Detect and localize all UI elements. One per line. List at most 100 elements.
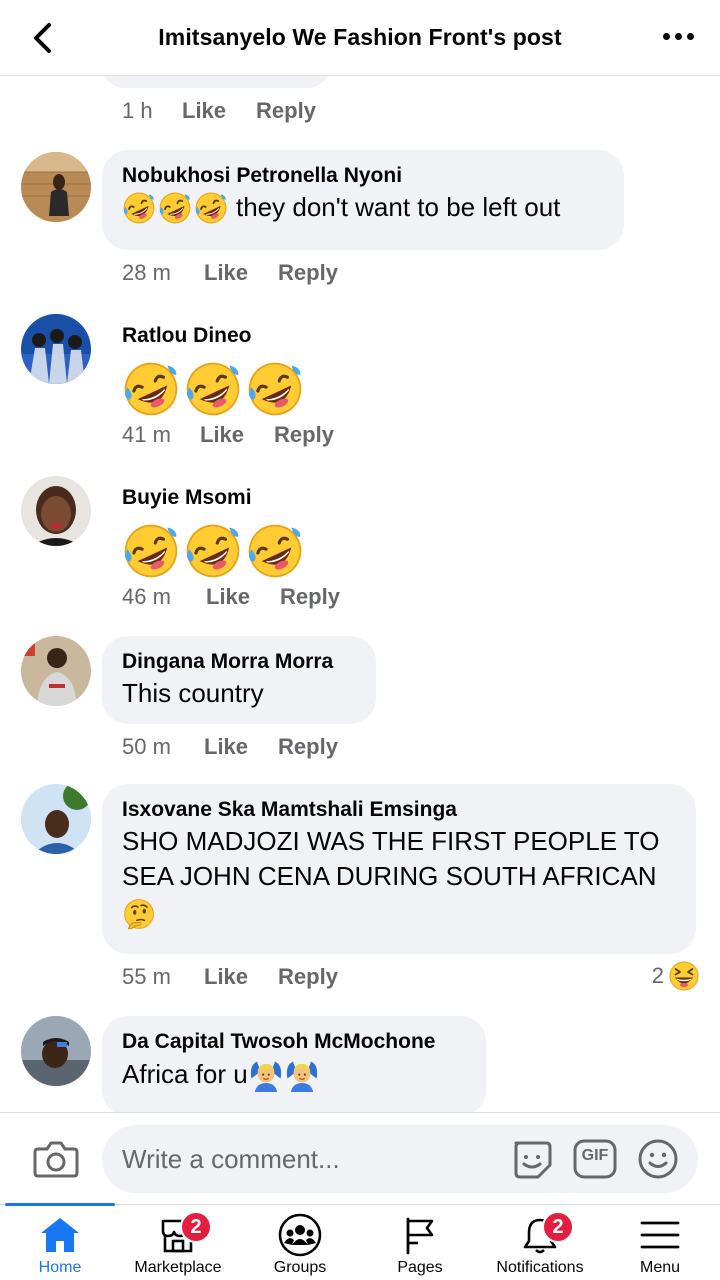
tab-label: Menu — [639, 1259, 681, 1276]
comment-author[interactable]: Dingana Morra Morra — [122, 648, 356, 676]
tab-notifications[interactable]: 2 Notifications — [480, 1205, 600, 1280]
like-button[interactable]: Like — [206, 584, 250, 610]
emoji-button[interactable] — [636, 1137, 680, 1181]
reply-button[interactable]: Reply — [278, 734, 338, 760]
tab-label: Marketplace — [134, 1259, 222, 1276]
thinking-face-emoji-icon — [122, 898, 156, 932]
tab-marketplace[interactable]: 2 Marketplace — [118, 1205, 238, 1280]
sticker-icon — [514, 1141, 552, 1179]
comment-text: Africa for u — [122, 1058, 248, 1089]
avatar[interactable] — [21, 1016, 91, 1086]
camera-icon — [33, 1141, 79, 1178]
like-button[interactable]: Like — [204, 260, 248, 286]
rofl-emoji-icon — [246, 360, 304, 418]
reply-button[interactable]: Reply — [256, 98, 316, 124]
more-dots-icon — [662, 32, 670, 40]
rofl-emoji-icon — [122, 360, 180, 418]
comment-meta: 41 m Like Reply — [122, 422, 334, 448]
laughing-face-reaction-icon — [668, 960, 700, 992]
tab-groups[interactable]: Groups — [240, 1205, 360, 1280]
comment-meta: 28 m Like Reply — [122, 260, 338, 286]
avatar[interactable] — [21, 152, 91, 222]
comment-text-row: they don't want to be left out — [122, 190, 604, 225]
active-tab-indicator — [5, 1203, 115, 1206]
reply-button[interactable]: Reply — [278, 260, 338, 286]
comments-list[interactable]: 1 h Like Reply Nobukhosi Petronella Nyon… — [0, 76, 720, 1112]
sticker-button[interactable] — [510, 1137, 554, 1181]
bell-icon: 2 — [518, 1211, 574, 1255]
back-button[interactable] — [22, 18, 62, 58]
smiley-icon — [638, 1139, 678, 1179]
comment-content[interactable]: Buyie Msomi — [122, 484, 304, 580]
gif-label: GIF — [581, 1147, 609, 1164]
reply-button[interactable]: Reply — [278, 964, 338, 990]
comment-content[interactable]: Ratlou Dineo — [122, 322, 304, 418]
comment-composer: Write a comment... GIF — [0, 1112, 720, 1204]
comment-bubble[interactable]: Nobukhosi Petronella Nyoni they don't wa… — [102, 150, 624, 250]
rofl-emoji-icon — [122, 191, 156, 225]
comment-text-line: SEA JOHN CENA DURING SOUTH AFRICAN — [122, 861, 657, 891]
comment-author[interactable]: Da Capital Twosoh McMochone — [122, 1028, 466, 1056]
comment-author[interactable]: Ratlou Dineo — [122, 322, 304, 350]
big-emoji-row — [122, 522, 304, 580]
avatar[interactable] — [21, 476, 91, 546]
avatar[interactable] — [21, 314, 91, 384]
comment-bubble[interactable]: Dingana Morra Morra This country — [102, 636, 376, 724]
avatar[interactable] — [21, 784, 91, 854]
reply-button[interactable]: Reply — [274, 422, 334, 448]
tab-pages[interactable]: Pages — [360, 1205, 480, 1280]
comment-time: 41 m — [122, 422, 171, 447]
bottom-tab-bar: Home 2 Marketplace Groups Pages 2 Notifi… — [0, 1203, 720, 1280]
rofl-emoji-icon — [184, 360, 242, 418]
like-button[interactable]: Like — [204, 734, 248, 760]
camera-button[interactable] — [33, 1135, 79, 1181]
comment-bubble[interactable]: Isxovane Ska Mamtshali Emsinga SHO MADJO… — [102, 784, 696, 954]
comment-author[interactable]: Isxovane Ska Mamtshali Emsinga — [122, 796, 676, 824]
comment-time: 50 m — [122, 734, 171, 759]
tab-home[interactable]: Home — [0, 1203, 120, 1280]
comment-meta: 50 m Like Reply — [122, 734, 338, 760]
comment-text: This country — [122, 678, 264, 708]
avatar[interactable] — [21, 636, 91, 706]
rofl-emoji-icon — [184, 522, 242, 580]
comment-meta: 46 m Like Reply — [122, 584, 340, 610]
reaction-summary[interactable]: 2 — [652, 960, 700, 992]
comment-time: 55 m — [122, 964, 171, 989]
like-button[interactable]: Like — [204, 964, 248, 990]
gif-button[interactable]: GIF — [572, 1137, 618, 1181]
like-button[interactable]: Like — [200, 422, 244, 448]
page-title: Imitsanyelo We Fashion Front's post — [158, 24, 562, 50]
rofl-emoji-icon — [158, 191, 192, 225]
comment-time: 1 h — [122, 98, 153, 123]
comment-text: they don't want to be left out — [236, 192, 561, 222]
comment-bubble[interactable]: Da Capital Twosoh McMochone Africa for u — [102, 1016, 486, 1112]
notification-badge: 2 — [542, 1211, 574, 1243]
chevron-left-icon — [34, 23, 51, 53]
comment-input-placeholder: Write a comment... — [122, 1143, 340, 1174]
groups-icon — [278, 1213, 322, 1257]
rofl-emoji-icon — [122, 522, 180, 580]
rofl-emoji-icon — [246, 522, 304, 580]
comment-text-row: Africa for u — [122, 1056, 466, 1092]
comment-author[interactable]: Nobukhosi Petronella Nyoni — [122, 162, 604, 190]
comment-time: 28 m — [122, 260, 171, 285]
tab-label: Home — [38, 1259, 82, 1276]
tab-label: Pages — [397, 1259, 443, 1276]
reply-button[interactable]: Reply — [280, 584, 340, 610]
tab-menu[interactable]: Menu — [600, 1205, 720, 1280]
notification-badge: 2 — [180, 1211, 212, 1243]
post-header: Imitsanyelo We Fashion Front's post — [0, 0, 720, 76]
comment-author[interactable]: Buyie Msomi — [122, 484, 304, 512]
like-button[interactable]: Like — [182, 98, 226, 124]
comment-text-line: SHO MADJOZI WAS THE FIRST PEOPLE TO — [122, 826, 660, 856]
reaction-count: 2 — [651, 963, 664, 988]
previous-comment-bubble — [102, 76, 330, 88]
tab-label: Notifications — [496, 1259, 584, 1276]
comment-time: 46 m — [122, 584, 171, 609]
more-options-button[interactable] — [658, 22, 698, 50]
marketplace-icon: 2 — [156, 1211, 212, 1255]
tab-label: Groups — [273, 1259, 327, 1276]
home-icon — [38, 1215, 82, 1255]
previous-comment-meta: 1 h Like Reply — [122, 98, 316, 124]
person-gesturing-ok-emoji-icon — [284, 1056, 320, 1092]
